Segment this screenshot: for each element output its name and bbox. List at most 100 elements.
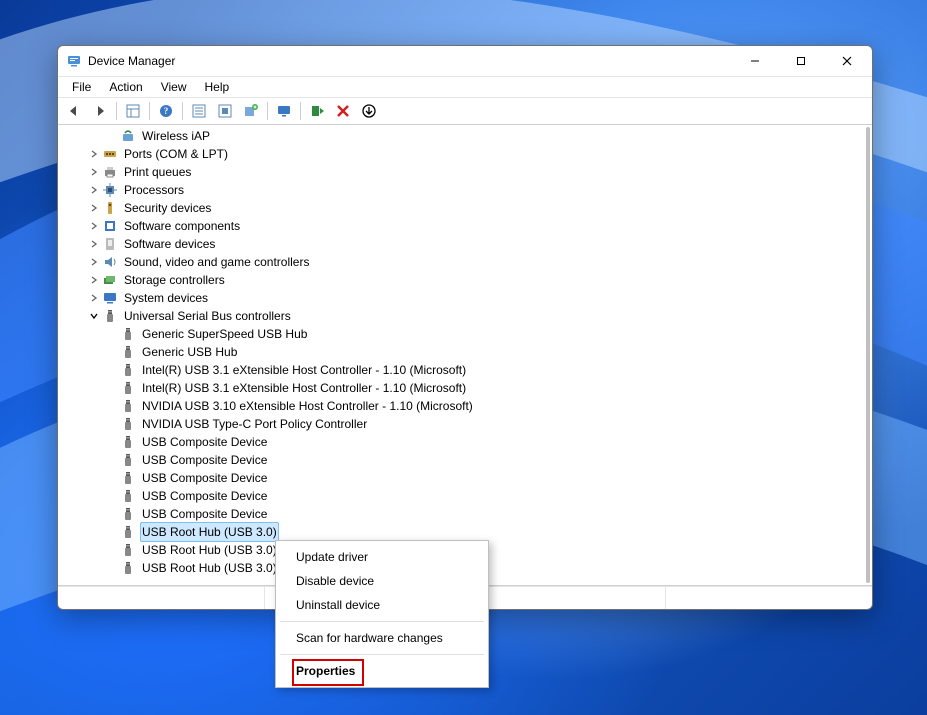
- tree-node[interactable]: NVIDIA USB 3.10 eXtensible Host Controll…: [58, 397, 872, 415]
- context-menu-item[interactable]: Properties: [278, 659, 486, 683]
- context-menu-item[interactable]: Update driver: [278, 545, 486, 569]
- menu-help[interactable]: Help: [197, 79, 238, 95]
- add-device-icon: [243, 103, 259, 119]
- usb-icon: [120, 434, 136, 450]
- toolbar-separator: [116, 102, 117, 120]
- toolbar-tree-view-button[interactable]: [121, 99, 145, 123]
- toolbar: ?: [58, 97, 872, 125]
- tree-node[interactable]: Ports (COM & LPT): [58, 145, 872, 163]
- toolbar-add-device-button[interactable]: [239, 99, 263, 123]
- tree-node-label: Software devices: [122, 235, 217, 253]
- tree-node[interactable]: Print queues: [58, 163, 872, 181]
- storage-icon: [102, 272, 118, 288]
- tree-node-label: Storage controllers: [122, 271, 227, 289]
- tree-node-label: Intel(R) USB 3.1 eXtensible Host Control…: [140, 379, 468, 397]
- tree-node[interactable]: Generic SuperSpeed USB Hub: [58, 325, 872, 343]
- toolbar-install-button[interactable]: [305, 99, 329, 123]
- tree-node[interactable]: USB Composite Device: [58, 487, 872, 505]
- tree-node[interactable]: Sound, video and game controllers: [58, 253, 872, 271]
- tree-node-label: Processors: [122, 181, 186, 199]
- context-menu-item[interactable]: Scan for hardware changes: [278, 626, 486, 650]
- menu-view[interactable]: View: [153, 79, 195, 95]
- tree-node-label: Generic SuperSpeed USB Hub: [140, 325, 309, 343]
- tree-node-label: USB Composite Device: [140, 451, 269, 469]
- tree-node-label: USB Root Hub (USB 3.0): [140, 541, 279, 559]
- menu-bar: File Action View Help: [58, 76, 872, 97]
- tree-node-label: USB Composite Device: [140, 469, 269, 487]
- toolbar-monitor-button[interactable]: [272, 99, 296, 123]
- minimize-button[interactable]: [732, 46, 778, 76]
- printer-icon: [102, 164, 118, 180]
- toolbar-details-button[interactable]: [187, 99, 211, 123]
- content-area: Wireless iAPPorts (COM & LPT)Print queue…: [58, 125, 872, 586]
- toolbar-delete-button[interactable]: [331, 99, 355, 123]
- toolbar-separator: [182, 102, 183, 120]
- software-icon: [102, 236, 118, 252]
- toolbar-separator: [149, 102, 150, 120]
- usb-icon: [120, 470, 136, 486]
- tree-node[interactable]: USB Composite Device: [58, 433, 872, 451]
- chevron-right-icon[interactable]: [88, 150, 100, 158]
- usb-icon: [120, 380, 136, 396]
- context-menu-item[interactable]: Uninstall device: [278, 593, 486, 617]
- tree-node[interactable]: Processors: [58, 181, 872, 199]
- tree-node[interactable]: Wireless iAP: [58, 127, 872, 145]
- close-button[interactable]: [824, 46, 870, 76]
- usb-icon: [120, 344, 136, 360]
- tree-node-label: Universal Serial Bus controllers: [122, 307, 293, 325]
- chevron-right-icon[interactable]: [88, 168, 100, 176]
- tree-node[interactable]: USB Root Hub (USB 3.0): [58, 523, 872, 541]
- vertical-scrollbar[interactable]: [866, 127, 870, 583]
- install-icon: [309, 103, 325, 119]
- tree-node[interactable]: Intel(R) USB 3.1 eXtensible Host Control…: [58, 379, 872, 397]
- tree-node[interactable]: USB Composite Device: [58, 469, 872, 487]
- chevron-right-icon[interactable]: [88, 294, 100, 302]
- tree-node[interactable]: Generic USB Hub: [58, 343, 872, 361]
- status-cell: [666, 587, 872, 609]
- tree-node[interactable]: USB Composite Device: [58, 505, 872, 523]
- tree-node[interactable]: USB Composite Device: [58, 451, 872, 469]
- tree-node[interactable]: Storage controllers: [58, 271, 872, 289]
- tree-node[interactable]: Security devices: [58, 199, 872, 217]
- monitor-icon: [276, 103, 292, 119]
- toolbar-download-button[interactable]: [357, 99, 381, 123]
- tree-node[interactable]: Software devices: [58, 235, 872, 253]
- tree-node-label: USB Composite Device: [140, 487, 269, 505]
- tree-node-label: NVIDIA USB 3.10 eXtensible Host Controll…: [140, 397, 475, 415]
- usb-icon: [120, 506, 136, 522]
- context-menu-separator: [280, 621, 484, 622]
- chevron-right-icon[interactable]: [88, 222, 100, 230]
- chevron-right-icon[interactable]: [88, 276, 100, 284]
- menu-file[interactable]: File: [64, 79, 99, 95]
- context-menu: Update driverDisable deviceUninstall dev…: [275, 540, 489, 688]
- wifi-icon: [120, 128, 136, 144]
- context-menu-item[interactable]: Disable device: [278, 569, 486, 593]
- device-tree[interactable]: Wireless iAPPorts (COM & LPT)Print queue…: [58, 125, 872, 585]
- chevron-right-icon[interactable]: [88, 186, 100, 194]
- tree-node[interactable]: Intel(R) USB 3.1 eXtensible Host Control…: [58, 361, 872, 379]
- title-bar[interactable]: Device Manager: [58, 46, 872, 76]
- tree-node[interactable]: Software components: [58, 217, 872, 235]
- chevron-down-icon[interactable]: [88, 312, 100, 320]
- toolbar-forward-button[interactable]: [88, 99, 112, 123]
- usb-icon: [120, 326, 136, 342]
- tree-node-label: Software components: [122, 217, 242, 235]
- tree-node[interactable]: NVIDIA USB Type-C Port Policy Controller: [58, 415, 872, 433]
- tree-node-label: Intel(R) USB 3.1 eXtensible Host Control…: [140, 361, 468, 379]
- usb-icon: [120, 524, 136, 540]
- tree-node-label: System devices: [122, 289, 210, 307]
- maximize-button[interactable]: [778, 46, 824, 76]
- toolbar-help-button[interactable]: ?: [154, 99, 178, 123]
- chevron-right-icon[interactable]: [88, 240, 100, 248]
- component-icon: [102, 218, 118, 234]
- tree-node[interactable]: Universal Serial Bus controllers: [58, 307, 872, 325]
- chevron-right-icon[interactable]: [88, 258, 100, 266]
- toolbar-toggle-button[interactable]: [213, 99, 237, 123]
- tree-node-label: USB Root Hub (USB 3.0): [140, 522, 279, 542]
- tree-node[interactable]: System devices: [58, 289, 872, 307]
- svg-text:?: ?: [164, 106, 169, 116]
- chevron-right-icon[interactable]: [88, 204, 100, 212]
- menu-action[interactable]: Action: [101, 79, 150, 95]
- toolbar-back-button[interactable]: [62, 99, 86, 123]
- download-icon: [361, 103, 377, 119]
